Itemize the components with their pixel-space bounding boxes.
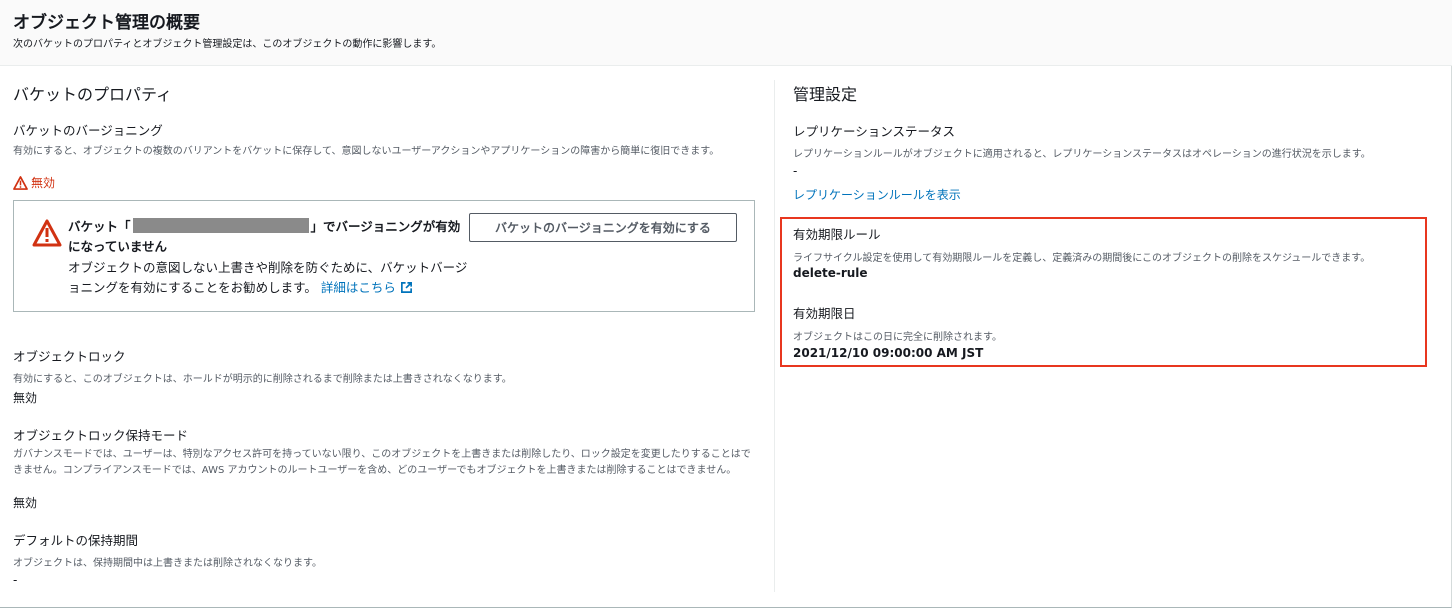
warning-icon — [13, 175, 28, 190]
versioning-description: 有効にすると、オブジェクトの複数のバリアントをバケットに保存して、意図しないユー… — [13, 146, 720, 157]
replication-value: - — [793, 164, 798, 178]
column-divider — [774, 80, 775, 592]
page-description: 次のバケットのプロパティとオブジェクト管理設定は、このオブジェクトの動作に影響し… — [13, 39, 442, 50]
retention-period-description: オブジェクトは、保持期間中は上書きまたは削除されなくなります。 — [13, 558, 322, 569]
page-title: オブジェクト管理の概要 — [13, 13, 200, 33]
view-replication-rules-link[interactable]: レプリケーションルールを表示 — [793, 186, 961, 203]
retention-period-value: - — [13, 573, 18, 587]
expiration-rule-value: delete-rule — [793, 266, 868, 280]
lock-mode-value: 無効 — [13, 496, 38, 510]
bucket-properties-heading: バケットのプロパティ — [13, 85, 173, 104]
object-lock-label: オブジェクトロック — [13, 349, 126, 364]
replication-description: レプリケーションルールがオブジェクトに適用されると、レプリケーションステータスは… — [793, 149, 1371, 160]
enable-versioning-button[interactable]: バケットのバージョニングを有効にする — [469, 213, 737, 242]
overview-header: オブジェクト管理の概要 次のバケットのプロパティとオブジェクト管理設定は、このオ… — [0, 0, 1452, 66]
object-lock-description: 有効にすると、このオブジェクトは、ホールドが明示的に削除されるまで削除または上書… — [13, 374, 512, 385]
lock-mode-label: オブジェクトロック保持モード — [13, 428, 189, 443]
expiration-rule-description: ライフサイクル設定を使用して有効期限ルールを定義し、定義済みの期間後にこのオブジ… — [793, 253, 1371, 264]
learn-more-link[interactable]: 詳細はこちら — [321, 280, 413, 295]
warning-triangle-icon — [32, 219, 62, 247]
alert-body: オブジェクトの意図しない上書きや削除を防ぐために、バケットバージョニングを有効に… — [68, 258, 468, 298]
lock-mode-description: ガバナンスモードでは、ユーザーは、特別なアクセス許可を持っていない限り、このオブ… — [13, 449, 751, 476]
expiration-rule-label: 有効期限ルール — [793, 227, 881, 242]
versioning-status: 無効 — [13, 174, 55, 191]
redacted-bucket-name — [132, 218, 309, 233]
expiration-date-label: 有効期限日 — [793, 306, 856, 321]
learn-more-link-text: 詳細はこちら — [320, 280, 396, 295]
management-heading: 管理設定 — [793, 85, 858, 104]
expiration-date-value: 2021/12/10 09:00:00 AM JST — [793, 346, 984, 360]
versioning-label: バケットのバージョニング — [13, 123, 163, 138]
retention-period-label: デフォルトの保持期間 — [13, 533, 139, 548]
alert-title: バケット「 」でバージョニングが有効になっていません — [68, 217, 468, 257]
alert-title-prefix: バケット「 — [68, 219, 131, 234]
versioning-alert: バケット「 」でバージョニングが有効になっていません オブジェクトの意図しない上書… — [13, 200, 755, 312]
expiration-date-description: オブジェクトはこの日に完全に削除されます。 — [793, 332, 1002, 343]
object-lock-value: 無効 — [13, 391, 38, 405]
external-link-icon — [400, 282, 412, 293]
replication-label: レプリケーションステータス — [793, 124, 956, 139]
versioning-status-text: 無効 — [31, 176, 56, 190]
